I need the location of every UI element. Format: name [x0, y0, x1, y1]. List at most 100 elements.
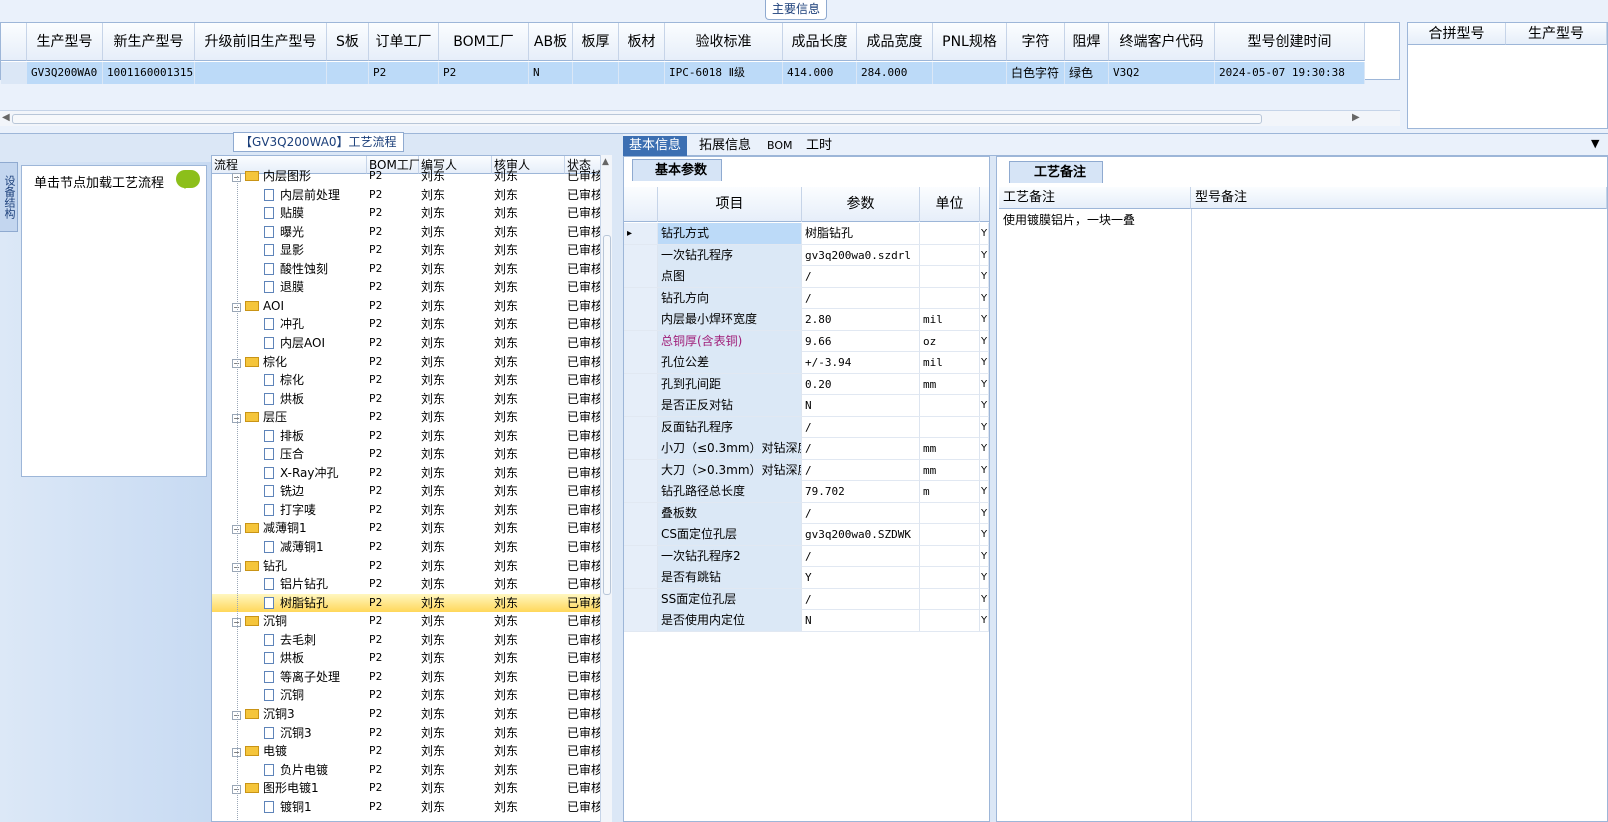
tree-row[interactable]: − 沉铜 P2 刘东 刘东 已审核 [212, 612, 602, 631]
tree-row[interactable]: − 图形电镀1 P2 刘东 刘东 已审核 [212, 779, 602, 798]
header-item[interactable]: 项目 [658, 187, 802, 222]
table-cell[interactable]: N [529, 62, 573, 84]
tab-bom[interactable]: BOM [761, 136, 799, 156]
tree-row[interactable]: 内层前处理 P2 刘东 刘东 已审核 [212, 186, 602, 205]
column-header[interactable]: 成品宽度 [857, 23, 933, 61]
tree-row[interactable]: 显影 P2 刘东 刘东 已审核 [212, 241, 602, 260]
column-header[interactable]: S板 [327, 23, 369, 61]
param-row[interactable]: CS面定位孔层 gv3q200wa0.SZDWK Y [624, 524, 989, 546]
tree-row[interactable]: 烘板 P2 刘东 刘东 已审核 [212, 649, 602, 668]
tab-work-hours[interactable]: 工时 [800, 136, 838, 156]
tree-node[interactable]: 铣边 [212, 482, 367, 500]
column-header[interactable]: 板材 [619, 23, 665, 61]
table-cell[interactable]: 绿色 [1065, 62, 1109, 84]
param-row[interactable]: 是否有跳钻 Y Y [624, 567, 989, 589]
tree-row[interactable]: 退膜 P2 刘东 刘东 已审核 [212, 278, 602, 297]
craft-note-text[interactable]: 使用镀膜铝片，一块一叠 [1003, 211, 1135, 228]
tree-node[interactable]: 去毛刺 [212, 631, 367, 649]
tree-node[interactable]: 排板 [212, 427, 367, 445]
column-header[interactable]: AB板 [529, 23, 573, 61]
table-cell[interactable] [573, 62, 619, 84]
tree-node[interactable]: 打字唛 [212, 501, 367, 519]
column-header[interactable]: 终端客户代码 [1109, 23, 1215, 61]
param-cell-param[interactable]: / [802, 416, 920, 438]
tree-row[interactable]: 去毛刺 P2 刘东 刘东 已审核 [212, 631, 602, 650]
tree-row[interactable]: 镀铜1 P2 刘东 刘东 已审核 [212, 798, 602, 817]
tree-row[interactable]: − 电镀 P2 刘东 刘东 已审核 [212, 742, 602, 761]
param-cell-param[interactable]: 79.702 [802, 481, 920, 502]
param-cell-param[interactable]: Y [802, 567, 920, 588]
table-cell[interactable]: 10011600013152 [103, 62, 195, 84]
tree-node[interactable]: 棕化 [212, 371, 367, 389]
table-cell[interactable] [933, 62, 1007, 84]
column-header[interactable]: 成品长度 [783, 23, 857, 61]
column-header[interactable]: 升级前旧生产型号 [195, 23, 327, 61]
tree-node[interactable]: − AOI [212, 297, 367, 315]
tree-row[interactable]: 内层AOI P2 刘东 刘东 已审核 [212, 334, 602, 353]
merge-header-production-model[interactable]: 生产型号 [1506, 23, 1607, 45]
table-cell[interactable]: P2 [439, 62, 529, 84]
tree-node[interactable]: − 棕化 [212, 353, 367, 371]
merge-header-merged-model[interactable]: 合拼型号 [1408, 23, 1506, 45]
basic-params-tab[interactable]: 基本参数 [632, 159, 723, 181]
param-row[interactable]: 叠板数 / Y [624, 502, 989, 524]
tree-node[interactable]: 铝片钻孔 [212, 575, 367, 593]
tree-node[interactable]: 烘板 [212, 390, 367, 408]
table-cell[interactable]: GV3Q200WA0 [27, 62, 103, 84]
column-header[interactable]: BOM工厂 [439, 23, 529, 61]
table-cell[interactable]: V3Q2 [1109, 62, 1215, 84]
tree-row[interactable]: 曝光 P2 刘东 刘东 已审核 [212, 223, 602, 242]
column-header[interactable]: 新生产型号 [103, 23, 195, 61]
param-cell-param[interactable]: / [802, 438, 920, 459]
table-cell[interactable] [195, 62, 327, 84]
tree-node[interactable]: 曝光 [212, 223, 367, 241]
param-row[interactable]: 钻孔路径总长度 79.702 m Y [624, 481, 989, 503]
param-cell-param[interactable]: 9.66 [802, 330, 920, 352]
param-cell-param[interactable]: 2.80 [802, 309, 920, 330]
tree-row[interactable]: − 钻孔 P2 刘东 刘东 已审核 [212, 557, 602, 576]
param-cell-param[interactable]: / [802, 266, 920, 287]
equipment-structure-tab[interactable]: 设备结构 [0, 162, 18, 232]
tree-node[interactable]: 内层前处理 [212, 186, 367, 204]
scroll-right-icon[interactable]: ▶ [1352, 112, 1360, 123]
table-cell[interactable]: 2024-05-07 19:30:38 [1215, 62, 1365, 84]
column-header[interactable]: 订单工厂 [369, 23, 439, 61]
column-header[interactable]: 板厚 [573, 23, 619, 61]
tree-node[interactable]: 酸性蚀刻 [212, 260, 367, 278]
tree-node[interactable]: 树脂钻孔 [212, 594, 367, 612]
param-row[interactable]: 大刀（>0.3mm）对钻深度 / mm Y [624, 459, 989, 481]
tab-basic-info[interactable]: 基本信息 [623, 136, 688, 156]
tree-node[interactable]: − 电镀 [212, 742, 367, 760]
tree-node[interactable]: 镀铜1 [212, 798, 367, 816]
header-unit[interactable]: 单位 [920, 187, 980, 222]
scroll-up-icon[interactable]: ▲ [602, 157, 609, 167]
tree-node[interactable]: 退膜 [212, 278, 367, 296]
tree-row[interactable]: 铝片钻孔 P2 刘东 刘东 已审核 [212, 575, 602, 594]
tree-node[interactable]: 内层AOI [212, 334, 367, 352]
process-flow-tree[interactable]: 流程 BOM工厂 编写人 核审人 状态 − 内层图形 P2 刘东 刘东 已审核 内层前处理 P2 刘东刘… [211, 155, 611, 822]
table-cell[interactable]: IPC-6018 Ⅱ级 [665, 62, 783, 84]
param-cell-param[interactable]: / [802, 588, 920, 610]
tree-vertical-scrollbar[interactable]: ▲ [600, 155, 612, 822]
scroll-left-icon[interactable]: ◀ [2, 112, 10, 123]
column-header[interactable]: 字符 [1007, 23, 1065, 61]
tree-node[interactable]: 沉铜3 [212, 724, 367, 742]
tree-row[interactable]: 减薄铜1 P2 刘东 刘东 已审核 [212, 538, 602, 557]
tree-row[interactable]: 烘板 P2 刘东 刘东 已审核 [212, 390, 602, 409]
tree-row[interactable]: 负片电镀 P2 刘东 刘东 已审核 [212, 761, 602, 780]
tree-vertical-scroll-thumb[interactable] [603, 235, 611, 595]
param-row[interactable]: 孔到孔间距 0.20 mm Y [624, 373, 989, 395]
tree-row[interactable]: − 棕化 P2 刘东 刘东 已审核 [212, 353, 602, 372]
tree-row[interactable]: 等离子处理 P2 刘东 刘东 已审核 [212, 668, 602, 687]
tree-row[interactable]: − AOI P2 刘东 刘东 已审核 [212, 297, 602, 316]
param-row[interactable]: 是否正反对钻 N Y [624, 395, 989, 417]
tree-node[interactable]: 烘板 [212, 649, 367, 667]
param-cell-param[interactable]: gv3q200wa0.szdrl [802, 244, 920, 266]
column-header[interactable]: 阻焊 [1065, 23, 1109, 61]
craft-note-tab[interactable]: 工艺备注 [1009, 161, 1104, 183]
param-row[interactable]: 一次钻孔程序2/ Y [624, 545, 989, 567]
param-row[interactable]: 总铜厚(含表铜) 9.66 oz Y [624, 330, 989, 352]
tree-row[interactable]: 冲孔 P2 刘东 刘东 已审核 [212, 315, 602, 334]
header-craft-note[interactable]: 工艺备注 [999, 187, 1191, 209]
table-cell[interactable]: 414.000 [783, 62, 857, 84]
